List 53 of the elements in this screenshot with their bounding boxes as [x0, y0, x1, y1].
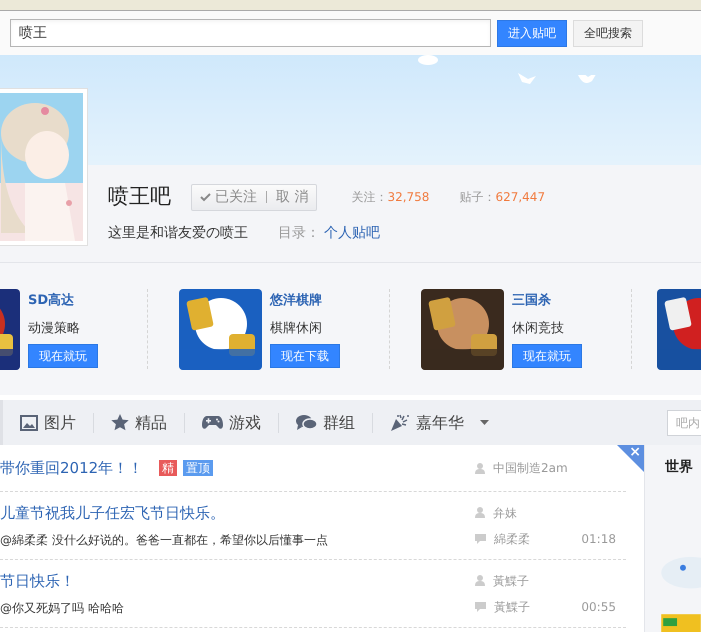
gamepad-icon: [202, 415, 223, 430]
forum-description: 这里是和谐友爱の喷王: [108, 224, 248, 243]
post-author: 黃鰈子: [493, 572, 529, 590]
game-category: 动漫策略: [28, 320, 81, 338]
close-button[interactable]: ×: [629, 442, 641, 463]
star-icon: [111, 414, 129, 431]
post-excerpt: @你又死妈了吗 哈哈哈: [0, 600, 125, 617]
post-excerpt: @綿柔柔 没什么好说的。爸爸一直都在，希望你以后懂事一点: [0, 532, 329, 549]
nav-tab[interactable]: 图片: [20, 410, 76, 434]
game-title[interactable]: 悠洋棋牌: [270, 291, 340, 310]
follow-button[interactable]: 已关注 取 消: [191, 184, 318, 210]
play-button[interactable]: 现在就玩: [512, 344, 582, 368]
post-author: 中国制造2am: [493, 460, 568, 477]
directory-label: 目录：: [278, 224, 320, 243]
sidebar-title: 世界: [665, 458, 694, 477]
game-category: 休闲竞技: [512, 320, 565, 338]
post-title[interactable]: 带你重回2012年！！: [0, 456, 144, 480]
stat-text: 贴子：627,447: [459, 189, 546, 206]
post-title[interactable]: 节日快乐！: [0, 570, 75, 593]
forum-name: 喷王吧: [108, 183, 171, 210]
comment-icon: [475, 534, 486, 544]
last-replier: 黃鰈子: [494, 598, 531, 616]
post-tag: 精: [159, 460, 178, 476]
party-popper-icon: [390, 414, 410, 432]
post-author: 弁妹: [493, 504, 517, 522]
nav-tab[interactable]: 游戏: [202, 410, 261, 434]
play-button[interactable]: 现在下载: [270, 344, 340, 368]
nav-tab[interactable]: 群组: [296, 410, 355, 434]
nav-tab[interactable]: 嘉年华: [390, 410, 489, 434]
corner-drawing: [617, 445, 644, 472]
stat-text: 关注：32,758: [351, 189, 430, 206]
last-replier: 綿柔柔: [494, 530, 531, 548]
post-tag: 置顶: [183, 460, 214, 476]
chat-bubbles-icon: [296, 414, 317, 430]
search-all-button[interactable]: 全吧搜索: [573, 20, 643, 46]
check-icon: [200, 192, 211, 202]
user-icon: [475, 575, 485, 586]
search-field[interactable]: 喷王: [10, 19, 491, 47]
game-category: 棋牌休闲: [270, 320, 323, 338]
enter-forum-button[interactable]: 进入贴吧: [497, 20, 567, 46]
image-icon: [20, 414, 38, 430]
user-icon: [475, 462, 485, 474]
game-title[interactable]: SD高达: [28, 291, 98, 310]
post-title[interactable]: 儿童节祝我儿子任宏飞节日快乐。: [0, 502, 225, 525]
play-button[interactable]: 现在就玩: [28, 344, 98, 368]
nav-tab[interactable]: 精品: [111, 410, 167, 434]
comment-icon: [475, 602, 486, 612]
directory-link[interactable]: 个人贴吧: [324, 223, 380, 244]
game-title[interactable]: 三国杀: [512, 291, 582, 310]
forum-search-field[interactable]: 吧内: [667, 410, 701, 436]
user-icon: [475, 507, 485, 518]
reply-time: 01:18: [581, 530, 616, 548]
reply-time: 00:55: [581, 598, 616, 616]
